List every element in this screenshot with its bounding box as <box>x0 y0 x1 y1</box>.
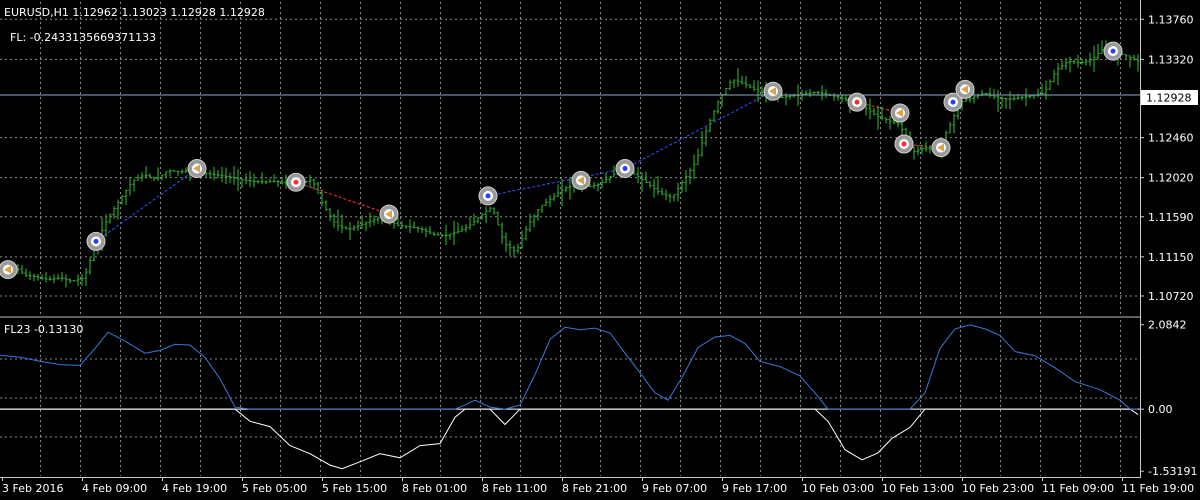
time-tick-label: 9 Feb 07:00 <box>642 482 707 495</box>
marker-dot <box>485 193 491 199</box>
time-tick-label: 11 Feb 19:00 <box>1122 482 1194 495</box>
fl-value-label: FL: -0.2433135669371133 <box>10 31 156 44</box>
price-tick-label: 1.11590 <box>1148 211 1194 224</box>
time-tick-label: 4 Feb 19:00 <box>162 482 227 495</box>
time-tick-label: 4 Feb 09:00 <box>82 482 147 495</box>
time-tick-label: 3 Feb 2016 <box>2 482 63 495</box>
time-tick-label: 5 Feb 05:00 <box>242 482 307 495</box>
time-tick-label: 8 Feb 01:00 <box>402 482 467 495</box>
price-tick-label: 1.12460 <box>1148 132 1194 145</box>
time-tick-label: 5 Feb 15:00 <box>322 482 387 495</box>
indicator-tick-label: 0.00 <box>1148 403 1173 416</box>
indicator-tick-label: 2.0842 <box>1148 319 1187 332</box>
current-price-tag: 1.12928 <box>1146 92 1192 105</box>
time-tick-label: 10 Feb 13:00 <box>882 482 954 495</box>
marker-dot <box>1110 48 1116 54</box>
trade-marker-neutral[interactable] <box>0 260 18 280</box>
trade-marker-buy[interactable] <box>478 186 498 206</box>
trade-marker-neutral[interactable] <box>763 81 783 101</box>
time-tick-label: 8 Feb 11:00 <box>482 482 547 495</box>
trade-marker-buy[interactable] <box>615 159 635 179</box>
time-tick-label: 10 Feb 23:00 <box>962 482 1034 495</box>
indicator-label: FL23 -0.13130 <box>4 323 83 336</box>
trade-marker-neutral[interactable] <box>379 204 399 224</box>
trade-marker-sell[interactable] <box>286 172 306 192</box>
trade-marker-sell[interactable] <box>847 92 867 112</box>
trade-marker-sell[interactable] <box>894 134 914 154</box>
marker-dot <box>293 179 299 185</box>
time-tick-label: 11 Feb 09:00 <box>1042 482 1114 495</box>
trade-marker-buy[interactable] <box>1103 41 1123 61</box>
marker-dot <box>950 99 956 105</box>
trade-marker-neutral[interactable] <box>955 79 975 99</box>
symbol-header: EURUSD,H1 1.12962 1.13023 1.12928 1.1292… <box>4 6 265 19</box>
marker-dot <box>854 99 860 105</box>
marker-dot <box>622 166 628 172</box>
price-tick-label: 1.10720 <box>1148 290 1194 303</box>
marker-dot <box>901 141 907 147</box>
price-tick-label: 1.13760 <box>1148 13 1194 26</box>
time-tick-label: 10 Feb 03:00 <box>802 482 874 495</box>
chart-root[interactable]: 1.13760 1.13320 1.12460 1.12020 1.11590 1.111… <box>0 0 1200 500</box>
indicator-tick-label: -1.53191 <box>1148 465 1197 478</box>
trade-marker-neutral[interactable] <box>571 170 591 190</box>
price-tick-label: 1.13320 <box>1148 53 1194 66</box>
marker-dot <box>93 238 99 244</box>
trade-marker-neutral[interactable] <box>931 138 951 158</box>
trade-marker-buy[interactable] <box>86 231 106 251</box>
time-tick-label: 8 Feb 21:00 <box>562 482 627 495</box>
price-tick-label: 1.12020 <box>1148 172 1194 185</box>
price-tick-label: 1.11150 <box>1148 251 1194 264</box>
trade-marker-neutral[interactable] <box>187 159 207 179</box>
trade-marker-neutral[interactable] <box>890 103 910 123</box>
time-tick-label: 9 Feb 17:00 <box>722 482 787 495</box>
